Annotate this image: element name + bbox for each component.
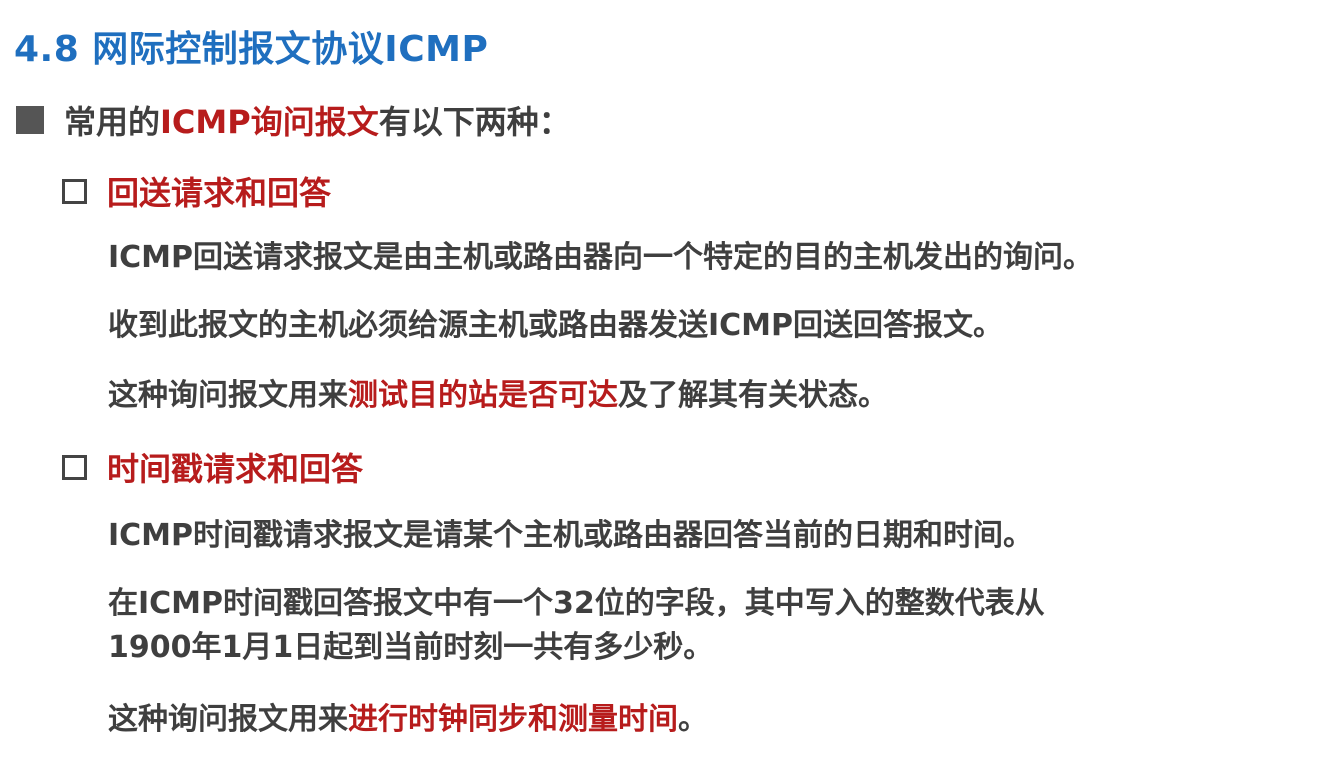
- level1-bullet: 常用的 ICMP询问报文 有以下两种：: [16, 97, 571, 143]
- body-line: 在ICMP时间戳回答报文中有一个32位的字段，其中写入的整数代表从: [108, 586, 1045, 621]
- item-heading-timestamp: 时间戳请求和回答: [62, 444, 363, 490]
- body-line: 这种询问报文用来测试目的站是否可达及了解其有关状态。: [108, 376, 888, 416]
- level1-text-emphasis: ICMP询问报文: [160, 103, 379, 141]
- hollow-square-bullet-icon: [62, 178, 87, 204]
- body-line-post: 。: [678, 702, 708, 737]
- body-line: ICMP回送请求报文是由主机或路由器向一个特定的目的主机发出的询问。: [108, 240, 1094, 275]
- body-line-emphasis: 进行时钟同步和测量时间: [348, 702, 678, 737]
- item-heading-echo: 回送请求和回答: [62, 168, 331, 214]
- body-line-pre: 这种询问报文用来: [108, 378, 348, 413]
- body-line: 收到此报文的主机必须给源主机或路由器发送ICMP回送回答报文。: [108, 308, 1004, 343]
- filled-square-bullet-icon: [16, 106, 44, 134]
- level1-text-pre: 常用的: [64, 103, 161, 141]
- body-line-emphasis: 测试目的站是否可达: [348, 378, 618, 413]
- page-title: 4.8 网际控制报文协议ICMP: [14, 29, 489, 70]
- level1-text-post: 有以下两种：: [378, 103, 571, 141]
- body-line: 1900年1月1日起到当前时刻一共有多少秒。: [108, 630, 714, 665]
- body-line: 这种询问报文用来进行时钟同步和测量时间。: [108, 700, 708, 740]
- body-line-post: 及了解其有关状态。: [618, 378, 888, 413]
- item-heading-label: 回送请求和回答: [107, 174, 332, 212]
- body-line: ICMP时间戳请求报文是请某个主机或路由器回答当前的日期和时间。: [108, 518, 1034, 553]
- item-heading-label: 时间戳请求和回答: [107, 450, 364, 488]
- hollow-square-bullet-icon: [62, 454, 87, 480]
- body-line-pre: 这种询问报文用来: [108, 702, 348, 737]
